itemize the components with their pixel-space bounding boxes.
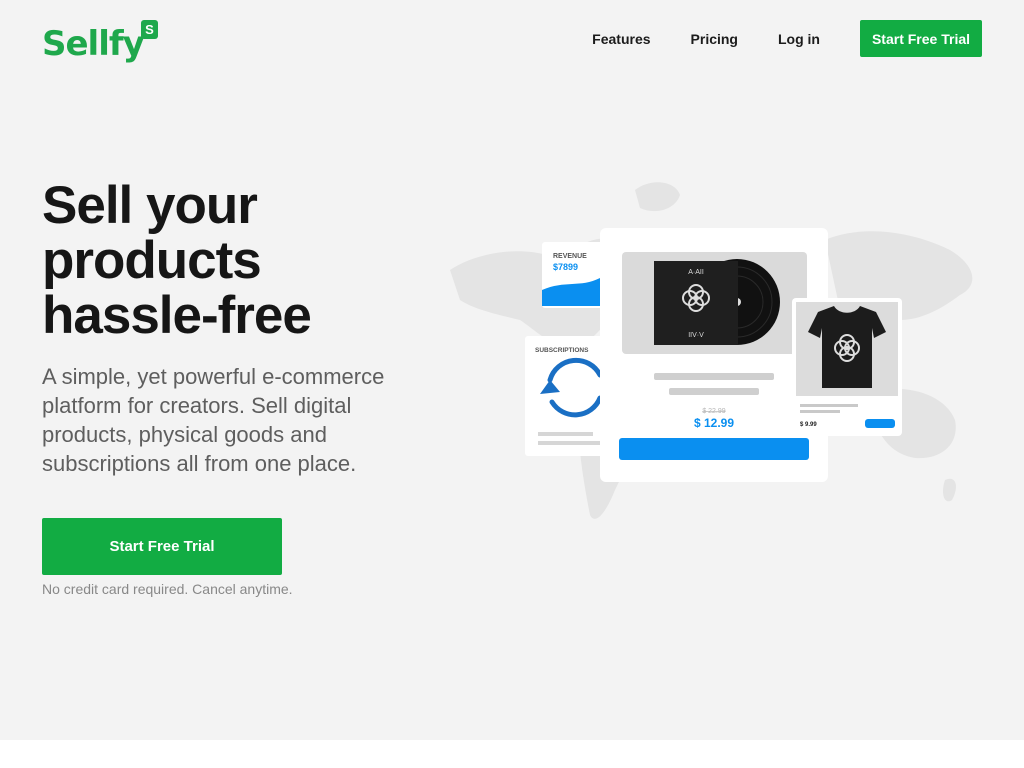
hero-title-line: products: [42, 231, 262, 290]
old-price: $ 22.99: [702, 408, 725, 415]
sellfy-logo[interactable]: Sellfy S: [42, 20, 162, 64]
hero-title-line: hassle-free: [42, 286, 312, 345]
nav-link-features[interactable]: Features: [592, 31, 650, 47]
album-top-text: A·AII: [688, 269, 704, 276]
product-price: $ 12.99: [694, 416, 734, 430]
hero-note: No credit card required. Cancel anytime.: [42, 581, 293, 597]
tshirt-card: $ 9.99: [792, 298, 902, 436]
hero-title-line: Sell your: [42, 176, 258, 235]
album-bottom-text: IIV·V: [688, 332, 704, 339]
product-illustration: REVENUE $7899 SUBSCRIPTIONS A·AII IIV·V …: [450, 182, 973, 519]
site-header: Sellfy S Features Pricing Log in Start F…: [0, 0, 1024, 80]
revenue-value: $7899: [553, 262, 578, 272]
page-section-divider: [0, 740, 1024, 768]
tshirt-price: $ 9.99: [800, 422, 817, 428]
hero-start-trial-button[interactable]: Start Free Trial: [42, 518, 282, 575]
top-nav: Features Pricing Log in Start Free Trial: [592, 20, 982, 57]
nav-link-pricing[interactable]: Pricing: [691, 31, 738, 47]
album-cover-graphic: A·AII IIV·V: [654, 261, 738, 345]
hero-subtitle: A simple, yet powerful e-commerce platfo…: [42, 364, 385, 476]
revenue-label: REVENUE: [553, 253, 587, 260]
nav-link-login[interactable]: Log in: [778, 31, 820, 47]
header-start-trial-button[interactable]: Start Free Trial: [860, 20, 982, 57]
tshirt-buy-button-graphic: [865, 419, 895, 428]
logo-badge-icon: S: [141, 20, 158, 39]
hero-title: Sell your products hassle-free: [42, 178, 462, 343]
logo-wordmark: Sellfy: [42, 24, 145, 64]
subscriptions-label: SUBSCRIPTIONS: [535, 347, 589, 354]
buy-button-graphic: [619, 438, 809, 460]
